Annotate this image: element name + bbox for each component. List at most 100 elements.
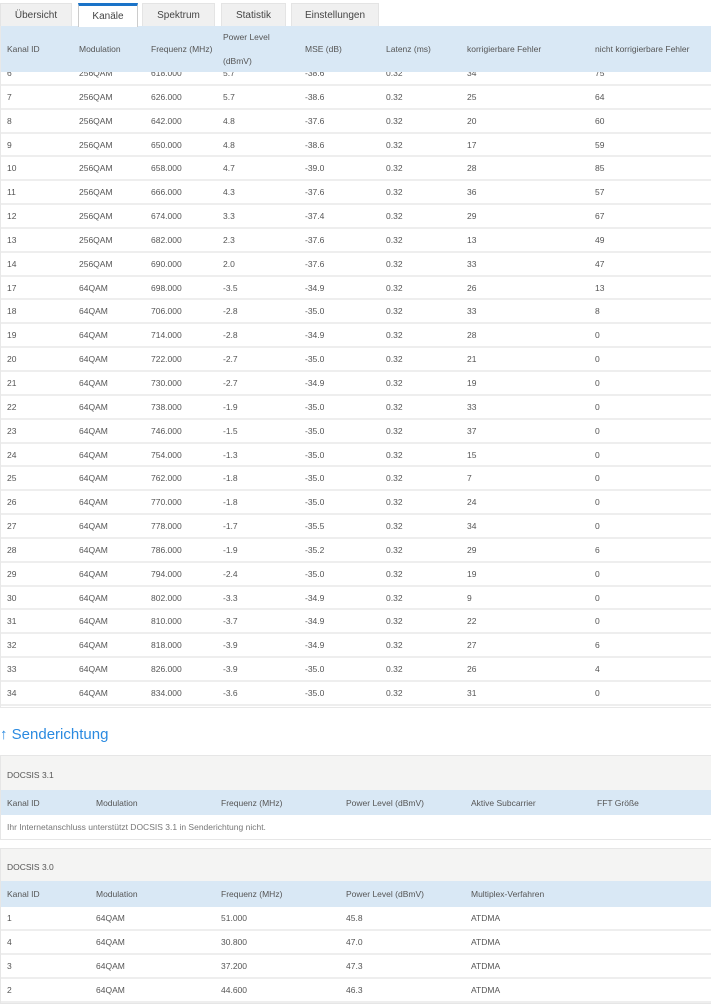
- header-cell: Power Level (dBmV): [346, 798, 424, 808]
- cell-modulation: 64QAM: [79, 592, 108, 603]
- table-body: 6 256QAM 618.000 5.7 -38.6 0.32 34 75 7 256QAM 626…: [1, 62, 711, 706]
- table-row: 31 64QAM 810.000 -3.7 -34.9 0.32 22 0: [1, 610, 711, 635]
- cell-kanal-id: 4: [7, 937, 12, 947]
- cell-frequenz: 626.000: [151, 91, 182, 102]
- cell-mse: -35.0: [305, 401, 325, 412]
- cell-latenz: 0.32: [386, 616, 403, 627]
- table-row: 24 64QAM 754.000 -1.3 -35.0 0.32 15 0: [1, 444, 711, 468]
- cell-power-level: 47.3: [346, 961, 363, 971]
- cell-korrigierbare-fehler: 33: [467, 258, 477, 269]
- cell-korrigierbare-fehler: 26: [467, 282, 477, 293]
- senderichtung-heading: ↑ Senderichtung: [0, 726, 109, 743]
- cell-kanal-id: 11: [7, 187, 16, 198]
- cell-korrigierbare-fehler: 19: [467, 568, 477, 579]
- cell-nicht-korrigierbare-fehler: 6: [595, 640, 600, 651]
- cell-mse: -35.5: [305, 521, 325, 532]
- cell-mse: -38.6: [305, 91, 325, 102]
- cell-latenz: 0.32: [386, 330, 403, 341]
- col-power-level: Power Level: [223, 32, 270, 42]
- table-row: 32 64QAM 818.000 -3.9 -34.9 0.32 27 6: [1, 634, 711, 659]
- cell-frequenz: 650.000: [151, 139, 182, 150]
- table-row: 27 64QAM 778.000 -1.7 -35.5 0.32 34 0: [1, 515, 711, 539]
- cell-mse: -37.6: [305, 258, 325, 269]
- cell-kanal-id: 28: [7, 544, 17, 555]
- table-row: 4 64QAM 30.800 47.0 ATDMA: [1, 931, 711, 955]
- cell-mse: -35.0: [305, 425, 325, 436]
- table-row: 26 64QAM 770.000 -1.8 -35.0 0.32 24 0: [1, 491, 711, 516]
- cell-modulation: 256QAM: [79, 139, 113, 150]
- cell-nicht-korrigierbare-fehler: 47: [595, 258, 605, 269]
- cell-kanal-id: 30: [7, 592, 17, 603]
- cell-latenz: 0.32: [386, 258, 403, 269]
- header-cell: Modulation: [96, 889, 138, 899]
- cell-frequenz: 770.000: [151, 497, 182, 508]
- cell-kanal-id: 8: [7, 115, 12, 126]
- cell-nicht-korrigierbare-fehler: 0: [595, 377, 600, 388]
- cell-frequenz: 666.000: [151, 187, 182, 198]
- cell-mse: -34.9: [305, 640, 325, 651]
- cell-mse: -37.6: [305, 234, 325, 245]
- cell-korrigierbare-fehler: 33: [467, 306, 477, 317]
- cell-frequenz: 786.000: [151, 544, 182, 555]
- cell-korrigierbare-fehler: 22: [467, 616, 477, 627]
- cell-modulation: 64QAM: [79, 521, 108, 532]
- cell-power-level: -1.8: [223, 497, 238, 508]
- cell-nicht-korrigierbare-fehler: 49: [595, 234, 605, 245]
- cell-latenz: 0.32: [386, 377, 403, 388]
- cell-modulation: 256QAM: [79, 258, 113, 269]
- tab-uebersicht[interactable]: Übersicht: [0, 3, 72, 26]
- cell-korrigierbare-fehler: 7: [467, 473, 472, 484]
- table-row: 2 64QAM 44.600 46.3 ATDMA: [1, 979, 711, 1003]
- cell-modulation: 64QAM: [79, 473, 108, 484]
- table-row: 1 64QAM 51.000 45.8 ATDMA: [1, 907, 711, 931]
- cell-power-level: -2.7: [223, 377, 238, 388]
- cell-power-level: 2.3: [223, 234, 235, 245]
- tab-statistik[interactable]: Statistik: [221, 3, 286, 26]
- tab-spektrum[interactable]: Spektrum: [142, 3, 215, 26]
- cell-nicht-korrigierbare-fehler: 0: [595, 616, 600, 627]
- cell-kanal-id: 7: [7, 91, 12, 102]
- cell-latenz: 0.32: [386, 521, 403, 532]
- cell-nicht-korrigierbare-fehler: 0: [595, 592, 600, 603]
- cell-power-level: -2.7: [223, 354, 238, 365]
- table-row: 14 256QAM 690.000 2.0 -37.6 0.32 33 47: [1, 253, 711, 277]
- cell-nicht-korrigierbare-fehler: 64: [595, 91, 605, 102]
- cell-nicht-korrigierbare-fehler: 0: [595, 687, 600, 698]
- cell-nicht-korrigierbare-fehler: 0: [595, 497, 600, 508]
- tab-einstellungen[interactable]: Einstellungen: [291, 3, 379, 26]
- table-row: 12 256QAM 674.000 3.3 -37.4 0.32 29 67: [1, 205, 711, 229]
- cell-korrigierbare-fehler: 17: [467, 139, 477, 150]
- cell-modulation: 64QAM: [96, 913, 125, 923]
- table-row: 20 64QAM 722.000 -2.7 -35.0 0.32 21 0: [1, 348, 711, 372]
- cell-multiplex-verfahren: ATDMA: [471, 913, 501, 923]
- cell-kanal-id: 23: [7, 425, 17, 436]
- cell-kanal-id: 10: [7, 163, 17, 174]
- col-frequenz: Frequenz (MHz): [151, 44, 213, 54]
- cell-mse: -35.0: [305, 473, 325, 484]
- downstream-table[interactable]: Kanal ID Modulation Frequenz (MHz) Power…: [0, 26, 711, 708]
- cell-nicht-korrigierbare-fehler: 0: [595, 521, 600, 532]
- header-cell: Modulation: [96, 798, 138, 808]
- table-row: 8 256QAM 642.000 4.8 -37.6 0.32 20 60: [1, 110, 711, 134]
- docsis31-title: DOCSIS 3.1: [1, 756, 711, 790]
- tab-kanaele[interactable]: Kanäle: [78, 3, 138, 27]
- col-modulation: Modulation: [79, 44, 121, 54]
- cell-frequenz: 746.000: [151, 425, 182, 436]
- table-row: 28 64QAM 786.000 -1.9 -35.2 0.32 29 6: [1, 539, 711, 563]
- cell-nicht-korrigierbare-fehler: 8: [595, 306, 600, 317]
- cell-frequenz: 802.000: [151, 592, 182, 603]
- cell-korrigierbare-fehler: 37: [467, 425, 477, 436]
- cell-kanal-id: 29: [7, 568, 17, 579]
- cell-frequenz: 834.000: [151, 687, 182, 698]
- cell-frequenz: 690.000: [151, 258, 182, 269]
- cell-latenz: 0.32: [386, 568, 403, 579]
- cell-latenz: 0.32: [386, 449, 403, 460]
- cell-nicht-korrigierbare-fehler: 59: [595, 139, 605, 150]
- cell-kanal-id: 17: [7, 282, 17, 293]
- cell-korrigierbare-fehler: 36: [467, 187, 477, 198]
- cell-multiplex-verfahren: ATDMA: [471, 961, 501, 971]
- cell-latenz: 0.32: [386, 115, 403, 126]
- cell-latenz: 0.32: [386, 234, 403, 245]
- cell-latenz: 0.32: [386, 139, 403, 150]
- cell-modulation: 64QAM: [79, 568, 108, 579]
